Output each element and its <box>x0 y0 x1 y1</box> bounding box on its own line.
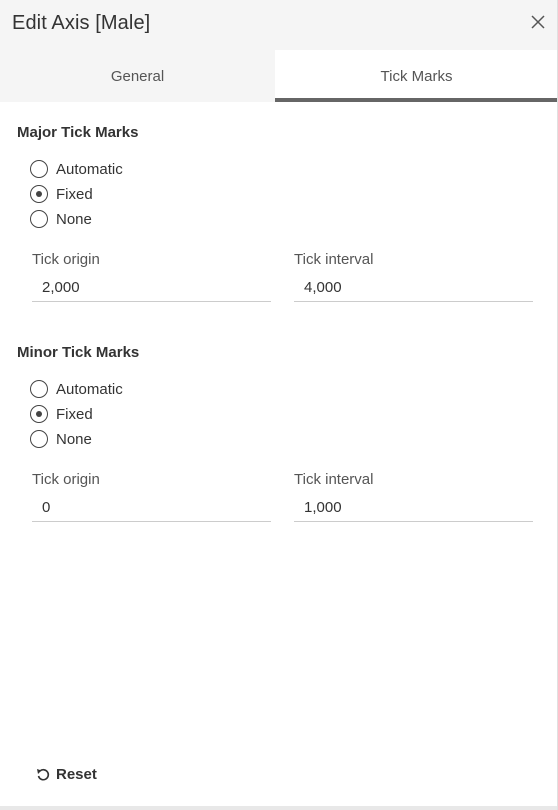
radio-button-selected[interactable] <box>30 405 48 423</box>
major-tick-interval-label: Tick interval <box>294 251 374 268</box>
radio-label: None <box>56 210 92 228</box>
minor-radio-fixed[interactable]: Fixed <box>30 404 93 424</box>
minor-radio-none[interactable]: None <box>30 429 92 449</box>
radio-button[interactable] <box>30 210 48 228</box>
minor-tick-origin-label: Tick origin <box>32 471 100 488</box>
minor-radio-automatic[interactable]: Automatic <box>30 379 123 399</box>
major-radio-fixed[interactable]: Fixed <box>30 184 93 204</box>
tab-general-label: General <box>110 67 165 85</box>
tab-tick-marks[interactable]: Tick Marks <box>275 50 558 102</box>
tab-general[interactable]: General <box>0 50 275 102</box>
minor-tick-interval-label: Tick interval <box>294 471 374 488</box>
major-tick-origin-input[interactable] <box>32 274 271 302</box>
tab-tick-marks-label: Tick Marks <box>380 67 453 85</box>
major-tick-origin-label: Tick origin <box>32 251 100 268</box>
radio-label: Fixed <box>56 405 93 423</box>
radio-button[interactable] <box>30 430 48 448</box>
edit-axis-dialog: Edit Axis [Male] General Tick Marks Majo… <box>0 0 558 810</box>
minor-tick-origin-input[interactable] <box>32 494 271 522</box>
minor-tick-marks-title: Minor Tick Marks <box>17 344 140 361</box>
selected-tab-indicator <box>275 98 558 102</box>
radio-button[interactable] <box>30 160 48 178</box>
reset-button[interactable]: Reset <box>36 766 97 783</box>
bottom-strip <box>0 806 558 810</box>
radio-label: None <box>56 430 92 448</box>
radio-button[interactable] <box>30 380 48 398</box>
minor-tick-interval-input[interactable] <box>294 494 533 522</box>
major-tick-interval-input[interactable] <box>294 274 533 302</box>
tab-bar: General Tick Marks <box>0 50 558 102</box>
major-tick-marks-title: Major Tick Marks <box>17 124 139 141</box>
dialog-title: Edit Axis [Male] <box>12 12 151 34</box>
radio-button-selected[interactable] <box>30 185 48 203</box>
radio-label: Automatic <box>56 380 123 398</box>
close-icon[interactable] <box>530 14 546 30</box>
major-radio-none[interactable]: None <box>30 209 92 229</box>
radio-label: Automatic <box>56 160 123 178</box>
reset-label: Reset <box>56 766 97 783</box>
major-radio-automatic[interactable]: Automatic <box>30 159 123 179</box>
undo-icon <box>37 768 50 780</box>
radio-label: Fixed <box>56 185 93 203</box>
dialog-header: Edit Axis [Male] <box>0 0 558 50</box>
